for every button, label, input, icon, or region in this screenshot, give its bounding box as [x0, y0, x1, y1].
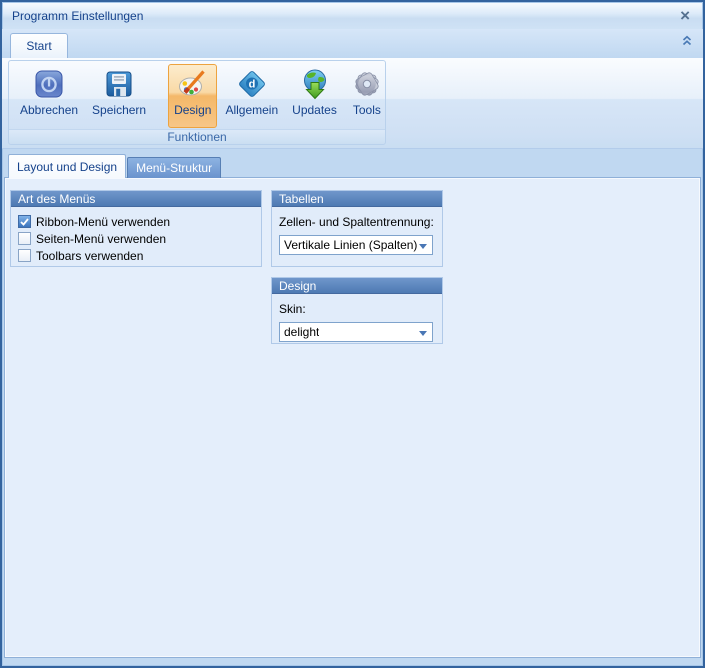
- speichern-button[interactable]: Speichern: [86, 64, 152, 128]
- checkbox: [18, 249, 31, 262]
- panel-body: Ribbon-Menü verwenden Seiten-Menü verwen…: [11, 207, 261, 264]
- checkbox-label: Seiten-Menü verwenden: [36, 231, 167, 246]
- gear-icon: [351, 68, 383, 100]
- design-button[interactable]: Design: [168, 64, 218, 128]
- dropdown-value: delight: [284, 325, 320, 339]
- panel-header: Tabellen: [272, 191, 442, 207]
- checkbox-label: Toolbars verwenden: [36, 248, 144, 263]
- ribbon-group-funktionen: Abbrechen Speichern Design d Allgemein U…: [8, 60, 386, 145]
- save-icon: [103, 68, 135, 100]
- checkbox-ribbon-menu[interactable]: Ribbon-Menü verwenden: [18, 213, 261, 230]
- ribbon-tab-row: Start: [2, 29, 703, 58]
- tab-menu-struktur[interactable]: Menü-Struktur: [127, 157, 222, 178]
- checkbox: [18, 215, 31, 228]
- checkbox: [18, 232, 31, 245]
- page-tabs: Layout und Design Menü-Struktur: [8, 154, 222, 178]
- button-label: Updates: [292, 103, 337, 117]
- collapse-ribbon-icon[interactable]: [681, 34, 693, 52]
- updates-button[interactable]: Updates: [286, 64, 343, 128]
- ribbon-group-label: Funktionen: [9, 129, 385, 144]
- button-label: Allgemein: [225, 103, 279, 117]
- field-label: Zellen- und Spaltentrennung:: [279, 215, 434, 229]
- button-label: Tools: [352, 103, 381, 117]
- settings-window: Programm Einstellungen × Start Abbrechen…: [0, 0, 705, 668]
- panel-body: Zellen- und Spaltentrennung: Vertikale L…: [272, 215, 442, 255]
- panel-design: Design Skin: delight: [271, 277, 443, 344]
- palette-icon: [177, 68, 209, 100]
- panel-tabellen: Tabellen Zellen- und Spaltentrennung: Ve…: [271, 190, 443, 267]
- chevron-down-icon: [419, 244, 427, 253]
- diamond-d-icon: d: [236, 68, 268, 100]
- svg-text:d: d: [248, 79, 255, 91]
- button-label: Design: [174, 103, 212, 117]
- spaltentrennung-dropdown[interactable]: Vertikale Linien (Spalten): [279, 235, 433, 255]
- button-label: Abbrechen: [20, 103, 79, 117]
- panel-art-des-menus: Art des Menüs Ribbon-Menü verwenden Seit…: [10, 190, 262, 267]
- ribbon-tab-start[interactable]: Start: [10, 33, 68, 58]
- panel-header: Design: [272, 278, 442, 294]
- tab-page: Art des Menüs Ribbon-Menü verwenden Seit…: [4, 177, 701, 658]
- dropdown-value: Vertikale Linien (Spalten): [284, 238, 418, 252]
- panel-body: Skin: delight: [272, 302, 442, 342]
- button-label: Speichern: [92, 103, 147, 117]
- chevron-down-icon: [419, 331, 427, 340]
- allgemein-button[interactable]: d Allgemein: [219, 64, 284, 128]
- power-icon: [33, 68, 65, 100]
- globe-download-icon: [299, 68, 331, 100]
- panel-header: Art des Menüs: [11, 191, 261, 207]
- tools-button[interactable]: Tools: [345, 64, 389, 128]
- tab-layout-und-design[interactable]: Layout und Design: [8, 154, 127, 178]
- checkbox-label: Ribbon-Menü verwenden: [36, 214, 171, 229]
- window-title: Programm Einstellungen: [12, 9, 144, 23]
- ribbon: Abbrechen Speichern Design d Allgemein U…: [2, 58, 703, 149]
- skin-dropdown[interactable]: delight: [279, 322, 433, 342]
- field-label: Skin:: [279, 302, 306, 316]
- abbrechen-button[interactable]: Abbrechen: [14, 64, 84, 128]
- checkbox-toolbars[interactable]: Toolbars verwenden: [18, 247, 261, 264]
- checkbox-seiten-menu[interactable]: Seiten-Menü verwenden: [18, 230, 261, 247]
- title-bar: Programm Einstellungen ×: [3, 3, 702, 29]
- close-icon[interactable]: ×: [680, 7, 690, 24]
- ribbon-buttons: Abbrechen Speichern Design d Allgemein U…: [9, 61, 385, 129]
